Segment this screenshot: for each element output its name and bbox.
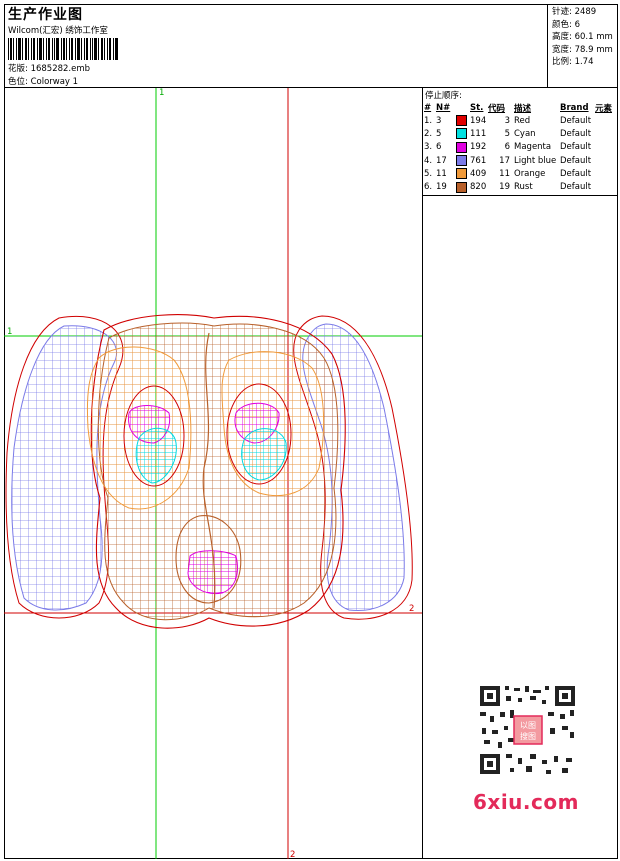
header: 生产作业图 Wilcom(汇宏) 绣饰工作室 花版: 1685282.emb 色… bbox=[4, 4, 618, 88]
row-description: Cyan bbox=[514, 128, 536, 139]
stop-sequence-title: 停止顺序: bbox=[425, 91, 462, 101]
row-element bbox=[595, 180, 617, 193]
row-code: 17 bbox=[499, 155, 510, 166]
stop-row: 5. 11 409 11 Orange Default bbox=[424, 167, 617, 180]
studio-name: Wilcom(汇宏) 绣饰工作室 bbox=[8, 26, 108, 36]
row-element bbox=[595, 114, 617, 127]
row-needle: 19 bbox=[436, 182, 447, 193]
row-description: Magenta bbox=[514, 142, 552, 153]
row-needle: 11 bbox=[436, 168, 447, 179]
row-index: 4. bbox=[424, 155, 433, 166]
embroidery-canvas: 1 1 2 2 bbox=[4, 88, 422, 859]
row-element bbox=[595, 154, 617, 167]
row-brand: Default bbox=[560, 142, 592, 153]
col-stitches: St. bbox=[470, 102, 484, 113]
panel-divider bbox=[422, 88, 423, 859]
row-description: Red bbox=[514, 115, 531, 126]
row-needle: 17 bbox=[436, 155, 447, 166]
col-index: # bbox=[424, 102, 432, 113]
colorway: 色位: Colorway 1 bbox=[8, 77, 79, 87]
row-stitches: 820 bbox=[470, 182, 487, 193]
axis-label-red-bottom: 2 bbox=[290, 850, 295, 859]
row-stitches: 111 bbox=[470, 128, 487, 139]
row-needle: 6 bbox=[436, 142, 442, 153]
row-code: 19 bbox=[499, 182, 510, 193]
tongue-magenta bbox=[187, 550, 238, 595]
color-swatch bbox=[456, 181, 467, 193]
row-stitches: 409 bbox=[470, 168, 487, 179]
col-needle: N# bbox=[436, 102, 451, 113]
design-width: 宽度: 78.9 mm bbox=[552, 44, 613, 55]
qr-code: 以图 搜图 bbox=[470, 680, 585, 780]
stop-row: 3. 6 192 6 Magenta Default bbox=[424, 141, 617, 154]
row-swatch bbox=[456, 141, 470, 154]
row-swatch bbox=[456, 127, 470, 140]
row-brand: Default bbox=[560, 128, 592, 139]
row-index: 3. bbox=[424, 142, 433, 153]
watermark-site: 6xiu.com bbox=[473, 790, 579, 814]
row-brand: Default bbox=[560, 182, 592, 193]
col-element: 元素 bbox=[595, 103, 613, 114]
row-description: Rust bbox=[514, 182, 533, 193]
row-needle: 5 bbox=[436, 128, 442, 139]
row-element bbox=[595, 141, 617, 154]
row-swatch bbox=[456, 180, 470, 193]
row-stitches: 192 bbox=[470, 142, 487, 153]
stitch-count: 针迹: 2489 bbox=[552, 7, 597, 17]
barcode bbox=[8, 38, 118, 60]
row-description: Light blue bbox=[514, 155, 557, 166]
color-swatch bbox=[456, 115, 467, 127]
stop-sequence-panel: 停止顺序: # N# St. 代码 描述 Brand 元素 1. 3 194 3 Red… bbox=[424, 88, 618, 194]
row-index: 2. bbox=[424, 128, 433, 139]
axis-label-red-right: 2 bbox=[409, 604, 414, 614]
qr-badge-text-top: 以图 bbox=[520, 721, 536, 730]
page-title: 生产作业图 bbox=[8, 7, 83, 23]
color-count: 颜色: 6 bbox=[552, 19, 580, 30]
row-element bbox=[595, 167, 617, 180]
stats-panel: 针迹: 2489 颜色: 6 高度: 60.1 mm 宽度: 78.9 mm 比… bbox=[547, 4, 618, 88]
row-index: 1. bbox=[424, 115, 433, 126]
stop-row: 4. 17 761 17 Light blue Default bbox=[424, 154, 617, 167]
axis-label-green-top: 1 bbox=[159, 88, 164, 98]
row-code: 5 bbox=[504, 128, 510, 139]
row-swatch bbox=[456, 154, 470, 167]
row-stitches: 761 bbox=[470, 155, 487, 166]
stop-sequence-table: # N# St. 代码 描述 Brand 元素 1. 3 194 3 Red Defaul… bbox=[424, 101, 617, 194]
stop-row: 6. 19 820 19 Rust Default bbox=[424, 180, 617, 193]
stop-row: 1. 3 194 3 Red Default bbox=[424, 114, 617, 127]
color-swatch bbox=[456, 155, 467, 167]
panel-rule bbox=[422, 195, 618, 196]
design-scale: 比例: 1.74 bbox=[552, 57, 594, 67]
row-swatch bbox=[456, 167, 470, 180]
col-description: 描述 bbox=[514, 103, 532, 114]
color-swatch bbox=[456, 128, 467, 140]
row-brand: Default bbox=[560, 155, 592, 166]
row-needle: 3 bbox=[436, 115, 442, 126]
row-description: Orange bbox=[514, 168, 546, 179]
qr-badge-text-bottom: 搜图 bbox=[520, 731, 536, 741]
stop-row: 2. 5 111 5 Cyan Default bbox=[424, 127, 617, 140]
color-swatch bbox=[456, 168, 467, 180]
row-code: 11 bbox=[499, 168, 510, 179]
row-index: 5. bbox=[424, 168, 433, 179]
row-code: 3 bbox=[504, 115, 510, 126]
table-header-row: # N# St. 代码 描述 Brand 元素 bbox=[424, 101, 617, 114]
col-brand: Brand bbox=[560, 102, 589, 113]
row-element bbox=[595, 127, 617, 140]
color-swatch bbox=[456, 141, 467, 153]
col-code: 代码 bbox=[488, 103, 506, 114]
design-height: 高度: 60.1 mm bbox=[552, 32, 613, 42]
row-index: 6. bbox=[424, 182, 433, 193]
row-stitches: 194 bbox=[470, 115, 487, 126]
row-brand: Default bbox=[560, 168, 592, 179]
row-code: 6 bbox=[504, 142, 510, 153]
design-file: 花版: 1685282.emb bbox=[8, 64, 91, 74]
axis-label-green-left: 1 bbox=[7, 327, 12, 337]
row-swatch bbox=[456, 114, 470, 127]
row-brand: Default bbox=[560, 115, 592, 126]
